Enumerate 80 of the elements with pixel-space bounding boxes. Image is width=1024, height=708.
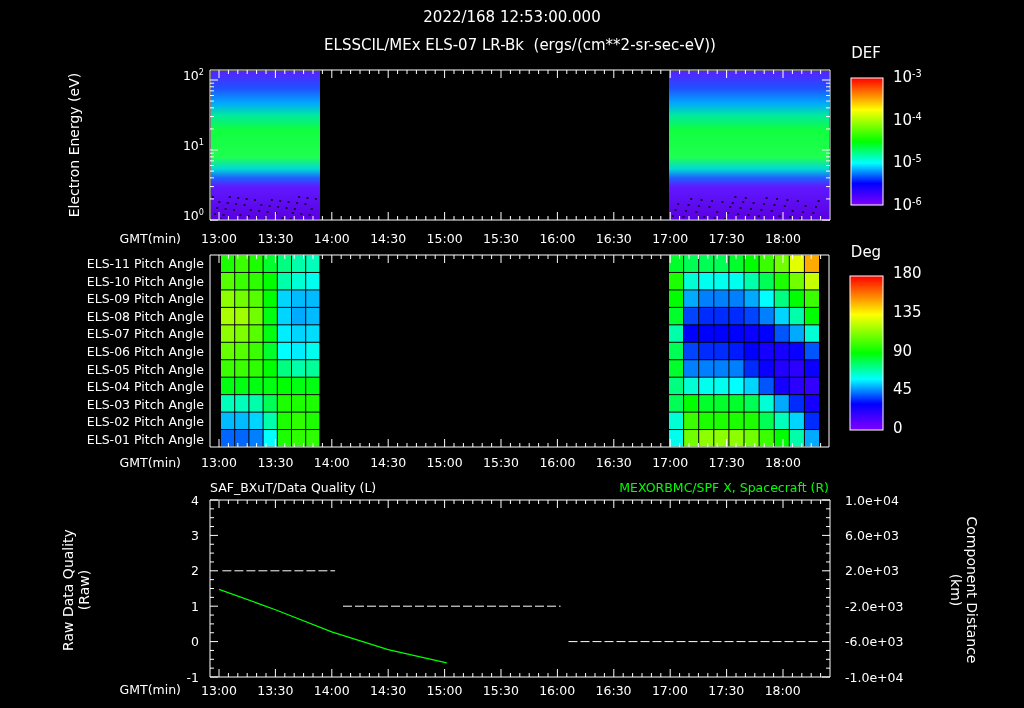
colorbar-label: 0 (893, 420, 903, 438)
row-label: ELS-10 Pitch Angle (86, 274, 204, 289)
axis-title: Raw Data Quality (Raw) (59, 528, 93, 653)
timestamp: 2022/168 12:53:00.000 (423, 9, 601, 27)
axis-title: GMT(min) (119, 682, 181, 698)
tick-label: 18:00 (765, 455, 801, 471)
tick-label: 17:30 (708, 231, 745, 247)
colorbar-label: 10$^{-4}$ (893, 112, 922, 130)
tick-label: 13:30 (257, 455, 294, 471)
tick-label: 14:30 (370, 231, 407, 247)
tick-label: 1 (191, 598, 199, 614)
axis-title: Electron Energy (eV) (65, 71, 83, 220)
chart-title: MEXORBMC/SPF X, Spacecraft (R) (619, 480, 829, 496)
tick-label: 17:00 (651, 683, 688, 698)
colorbar-label: 90 (893, 342, 913, 361)
tick-label: 4 (191, 492, 199, 508)
colorbar-label: 10$^{-6}$ (893, 197, 922, 215)
tick-label: 10$^{1}$ (182, 138, 204, 154)
chart-title: SAF_BXuT/Data Quality (L) (210, 480, 377, 496)
tick-label: 13:30 (257, 231, 294, 247)
tick-label: 15:00 (426, 683, 463, 698)
colorbar-title: DEF (851, 45, 881, 63)
tick-label: 16:30 (595, 683, 632, 698)
tick-label: 13:30 (257, 683, 294, 698)
tick-label: 16:30 (595, 231, 632, 247)
colorbar-label: 10$^{-5}$ (893, 154, 922, 172)
axis-title: GMT(min) (119, 455, 181, 471)
tick-label: 14:00 (313, 683, 350, 698)
tick-label: 15:30 (483, 231, 519, 247)
tick-label: -2.0e+03 (845, 598, 904, 614)
tick-label: 13:00 (201, 455, 237, 471)
tick-label: 14:00 (313, 455, 350, 471)
tick-label: 17:30 (708, 683, 745, 698)
row-label: ELS-05 Pitch Angle (86, 362, 204, 377)
colorbar-title: Deg (850, 244, 882, 262)
tick-label: 16:30 (595, 455, 632, 471)
tick-label: 14:30 (370, 455, 407, 471)
row-label: ELS-07 Pitch Angle (86, 327, 204, 342)
tick-label: 16:00 (539, 231, 576, 247)
tick-label: 3 (191, 527, 199, 543)
tick-label: 15:30 (483, 455, 519, 471)
row-label: ELS-01 Pitch Angle (86, 432, 204, 448)
row-label: ELS-03 Pitch Angle (86, 397, 204, 412)
colorbar-label: 10$^{-3}$ (893, 69, 922, 87)
tick-label: -6.0e+03 (845, 634, 904, 650)
row-label: ELS-06 Pitch Angle (86, 344, 204, 360)
tick-label: 15:00 (426, 231, 463, 247)
colorbar-label: 180 (893, 265, 922, 283)
tick-label: 13:00 (201, 683, 238, 698)
axis-title: GMT(min) (119, 231, 181, 247)
tick-label: 16:00 (539, 683, 576, 698)
plot-title: ELSSCIL/MEx ELS-07 LR-Bk (ergs/(cm**2-sr-sec-eV)) (324, 37, 716, 55)
tick-label: 0 (191, 634, 199, 650)
row-label: ELS-11 Pitch Angle (86, 256, 204, 272)
tick-label: 10$^{0}$ (182, 208, 204, 224)
row-label: ELS-09 Pitch Angle (86, 292, 204, 307)
tick-label: 6.0e+03 (845, 527, 899, 543)
tick-label: 1.0e+04 (845, 492, 899, 508)
tick-label: 15:30 (482, 683, 519, 698)
tick-label: 17:00 (652, 455, 689, 471)
row-label: ELS-08 Pitch Angle (86, 309, 204, 324)
tick-label: 17:30 (708, 455, 745, 471)
tick-label: 2.0e+03 (845, 563, 899, 579)
tick-label: 14:00 (313, 231, 350, 247)
tick-label: 18:00 (765, 231, 801, 247)
tick-label: 16:00 (539, 455, 576, 471)
tick-label: -1 (186, 669, 199, 685)
tick-label: -1.0e+04 (845, 669, 904, 685)
colorbar-label: 135 (893, 304, 922, 322)
row-label: ELS-04 Pitch Angle (86, 380, 204, 395)
tick-label: 2 (191, 563, 199, 579)
colorbar-label: 45 (893, 381, 913, 399)
tick-label: 18:00 (764, 683, 801, 698)
tick-label: 10$^{2}$ (182, 68, 204, 84)
axis-title: Component Distance (km) (947, 515, 981, 665)
tick-label: 14:30 (370, 683, 407, 698)
row-label: ELS-02 Pitch Angle (86, 415, 204, 430)
tick-label: 13:00 (201, 231, 237, 247)
tick-label: 17:00 (652, 231, 689, 247)
tick-label: 15:00 (426, 455, 463, 471)
